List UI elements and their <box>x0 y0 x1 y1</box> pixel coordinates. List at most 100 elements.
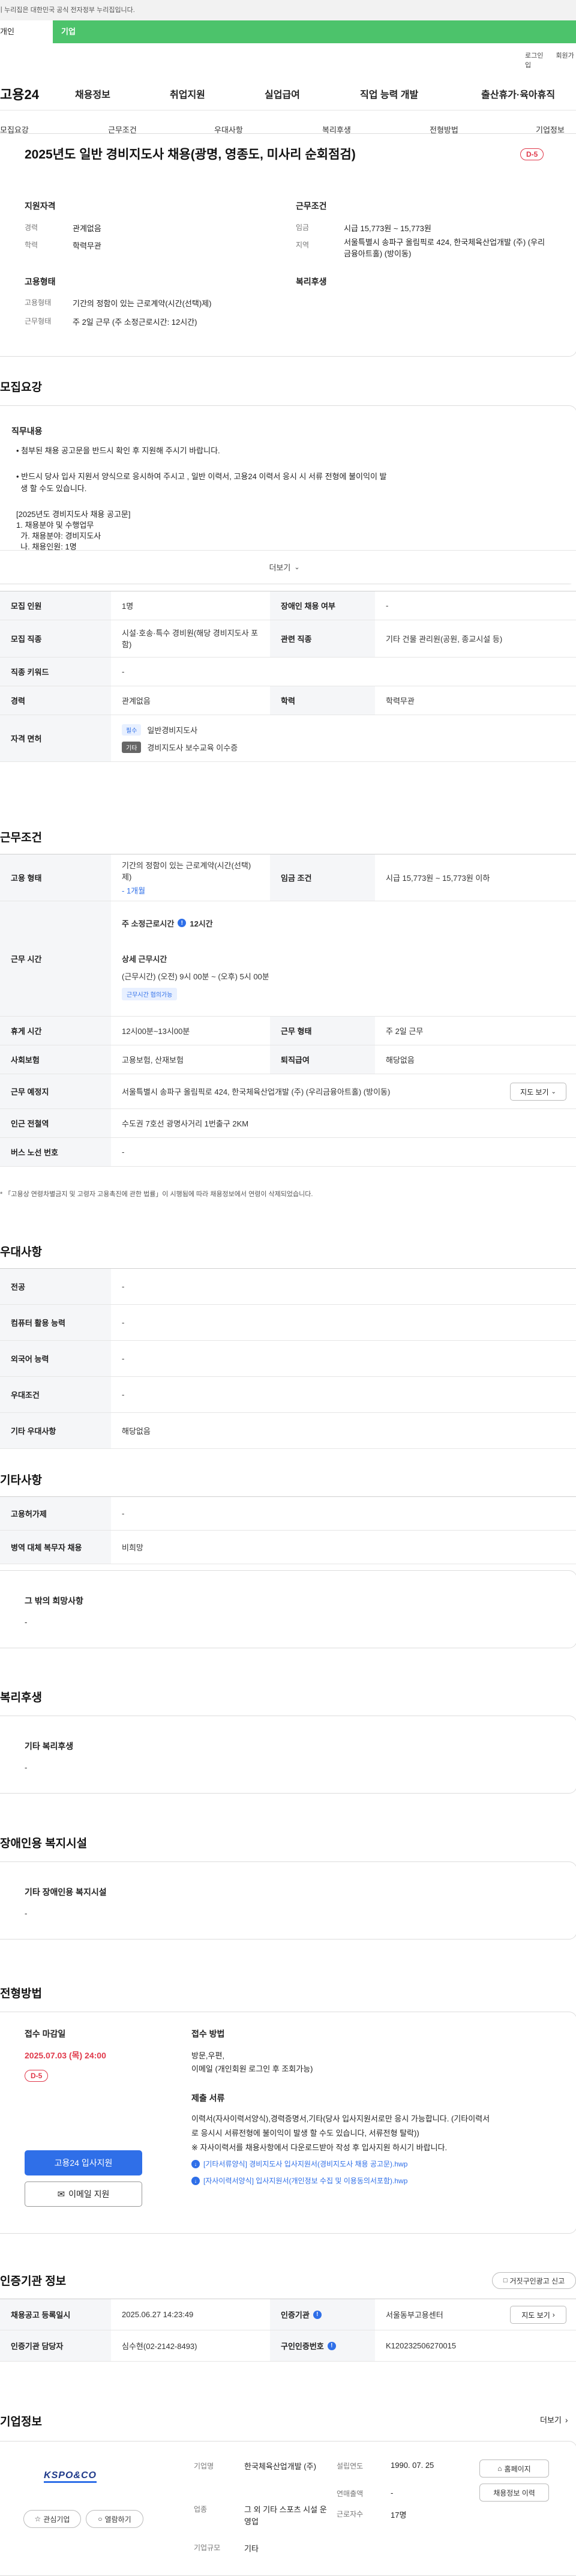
company-logo: KSPO&CO <box>34 2464 106 2488</box>
keyword-label: 직종 키워드 <box>0 658 111 686</box>
user-type-tabs: 개인 기업 <box>0 20 576 43</box>
military-value: 비희망 <box>122 1543 143 1552</box>
hours-main-label: 주 소정근로시간 <box>122 919 175 928</box>
rel-job-label: 관련 직종 <box>270 620 375 657</box>
career-value: 관계없음 <box>122 697 151 706</box>
section-title-recruit: 모집요강 <box>0 381 42 394</box>
homepage-label: 홈페이지 <box>504 2464 531 2473</box>
nav-item-jobs[interactable]: 채용정보 <box>75 86 110 101</box>
nav-item-leave[interactable]: 출산휴가·육아휴직 <box>481 86 555 101</box>
section-title-work: 근무조건 <box>0 832 42 844</box>
found-year-value: 1990. 07. 25 <box>391 2461 434 2470</box>
computer-label: 컴퓨터 활용 능력 <box>0 1305 111 1340</box>
qual-heading: 지원자격 <box>25 201 56 211</box>
tab-personal[interactable]: 개인 <box>0 20 53 43</box>
tab-company[interactable]: 기업 <box>53 20 576 43</box>
main-nav: 고용24 채용정보 취업지원 실업급여 직업 능력 개발 출산휴가·육아휴직 <box>0 74 576 110</box>
follow-company-button[interactable]: ○ 열람하기 <box>86 2510 143 2528</box>
file-link-1[interactable]: ↓ [기타서류양식] 경비지도사 입사지원서(경비지도사 채용 공고문).hwp <box>191 2159 407 2169</box>
section-title-company: 기업정보 <box>0 2416 42 2428</box>
wage-label: 임금 조건 <box>270 854 375 901</box>
cond-area-label: 지역 <box>296 241 310 249</box>
mail-icon: ✉ <box>57 2189 65 2200</box>
prefer-cond-value: - <box>122 1390 125 1399</box>
logo[interactable]: 고용24 <box>0 84 39 103</box>
job-value: 시설·호송·특수 경비원(해당 경비지도사 포함) <box>122 628 259 649</box>
company-more-link[interactable]: 더보기 › <box>540 2414 568 2425</box>
section-title-disabled: 장애인용 복지시설 <box>0 1837 88 1850</box>
manager-value: 심수현(02-2142-8493) <box>122 2342 197 2351</box>
report-fake-ad-button[interactable]: □ 거짓구인광고 신고 <box>492 2272 576 2289</box>
disabled-box: 기타 장애인용 복지시설 - <box>0 1861 576 1940</box>
job-desc-line: 생 할 수도 있습니다. <box>16 484 87 493</box>
rest-label: 휴게 시간 <box>0 1017 111 1045</box>
emp-period-link[interactable]: - 1개월 <box>122 884 145 896</box>
form-label: 근무 형태 <box>270 1017 375 1045</box>
job-desc-line: 가. 채용분야: 경비지도사 <box>16 531 101 540</box>
report-button-label: 거짓구인광고 신고 <box>509 2276 565 2285</box>
login-link[interactable]: 로그인 <box>525 52 543 59</box>
sales-value: - <box>391 2488 394 2497</box>
cond-wage-label: 임금 <box>296 223 310 232</box>
reg-date-label: 채용공고 등록일시 <box>0 2299 111 2330</box>
rel-job-value: 기타 건물 관리원(공원, 종교시설 등) <box>386 635 503 644</box>
job-desc-line: • 첨부된 채용 공고문을 반드시 확인 후 지원해 주시기 바랍니다. <box>16 446 220 455</box>
nav-item-unemployment-benefit[interactable]: 실업급여 <box>265 86 300 101</box>
job-desc-heading: 직무내용 <box>11 426 43 436</box>
info-icon[interactable]: ! <box>327 2341 336 2350</box>
count-label: 모집 인원 <box>0 591 111 620</box>
military-label: 병역 대체 복무자 채용 <box>0 1531 111 1564</box>
license-label: 자격 면허 <box>0 715 111 761</box>
subway-value: 수도권 7호선 광명사거리 1번출구 2KM <box>122 1119 249 1128</box>
job-desc-card: 직무내용 • 첨부된 채용 공고문을 반드시 확인 후 지원해 주시기 바랍니다… <box>0 405 576 584</box>
wage-value: 시급 15,773원 ~ 15,773원 이하 <box>386 874 490 883</box>
welfare-box-title: 기타 복리후생 <box>25 1741 74 1751</box>
section-title-welfare: 복리후생 <box>0 1692 42 1704</box>
docs-line: 이력서(자사이력서양식),경력증명서,기타(당사 입사지원서로만 응시 가능합니… <box>191 2114 490 2123</box>
summary-card: 2025년도 일반 경비지도사 채용(광명, 영종도, 미사리 순회점검) D-… <box>0 133 576 357</box>
agency-table: 채용공고 등록일시 2025.06.27 14:23:49 인증기관 ! 서울동… <box>0 2299 576 2362</box>
etc-hope-title: 그 밖의 희망사항 <box>25 1596 83 1606</box>
chevron-down-icon: ⌄ <box>551 1088 556 1095</box>
computer-value: - <box>122 1318 125 1327</box>
homepage-button[interactable]: ⌂ 홈페이지 <box>479 2460 549 2478</box>
license-2: 경비지도사 보수교육 이수증 <box>147 743 238 752</box>
method-value-2: 이메일 (개인회원 로그인 후 조회가능) <box>191 2064 313 2073</box>
qual-career-label: 경력 <box>25 223 38 232</box>
nav-item-skills[interactable]: 직업 능력 개발 <box>360 86 418 101</box>
email-apply-button[interactable]: ✉ 이메일 지원 <box>25 2181 142 2207</box>
file-link-2[interactable]: ↓ [자사이력서양식] 입사지원서(개인정보 수집 및 이용동의서포함).hwp <box>191 2175 407 2186</box>
file-name: [자사이력서양식] 입사지원서(개인정보 수집 및 이용동의서포함).hwp <box>203 2177 408 2185</box>
permit-label: 고용허가제 <box>0 1497 111 1530</box>
found-year-label: 설립연도 <box>337 2462 364 2470</box>
cond-area-value: 서울특별시 송파구 올림픽로 424, 한국체육산업개발 (주) (우리금융아트… <box>344 238 545 258</box>
section-title-prefer: 우대사항 <box>0 1246 42 1259</box>
more-button[interactable]: 더보기 ⌄ <box>0 550 576 584</box>
emp-form-value: 주 2일 근무 (주 소정근로시간: 12시간) <box>73 318 197 327</box>
disabled-value: - <box>386 601 389 610</box>
deadline-label: 접수 마감일 <box>25 2029 66 2039</box>
scale-value: 기타 <box>244 2544 259 2553</box>
apply-button[interactable]: 고용24 입사지원 <box>25 2150 142 2175</box>
home-icon: ⌂ <box>497 2464 502 2473</box>
agency-label-text: 인증기관 <box>281 2311 310 2320</box>
edu-value: 학력무관 <box>386 697 415 706</box>
info-icon[interactable]: ! <box>178 919 187 927</box>
place-value: 서울특별시 송파구 올림픽로 424, 한국체육산업개발 (주) (우리금융아트… <box>122 1087 391 1096</box>
hours-cell: 주 소정근로시간 ! 12시간 상세 근무시간 (근무시간) (오전) 9시 0… <box>111 901 576 1016</box>
map-button[interactable]: 지도 보기 ⌄ <box>510 1083 566 1101</box>
nav-item-employment-support[interactable]: 취업지원 <box>170 86 205 101</box>
sales-label: 연매출액 <box>337 2490 364 2498</box>
employee-label: 근로자수 <box>337 2510 364 2518</box>
cond-wage-value: 시급 15,773원 ~ 15,773원 <box>344 224 431 233</box>
fav-company-button[interactable]: ☆ 관심기업 <box>23 2510 81 2528</box>
agency-map-button[interactable]: 지도 보기 › <box>510 2306 566 2324</box>
circle-icon: ○ <box>98 2515 103 2523</box>
job-desc-line: 1. 채용분야 및 수행업무 <box>16 521 94 530</box>
process-card: 접수 마감일 2025.07.03 (목) 24:00 D-5 고용24 입사지… <box>0 2012 576 2234</box>
prefer-table: 전공 - 컴퓨터 활용 능력 - 외국어 능력 - 우대조건 - 기타 우대사항 해당없음 <box>0 1268 576 1449</box>
info-icon[interactable]: ! <box>313 2310 322 2319</box>
job-history-button[interactable]: 채용정보 이력 <box>479 2484 549 2502</box>
company-more-label: 더보기 <box>540 2416 562 2425</box>
disabled-box-value: - <box>25 1909 28 1918</box>
